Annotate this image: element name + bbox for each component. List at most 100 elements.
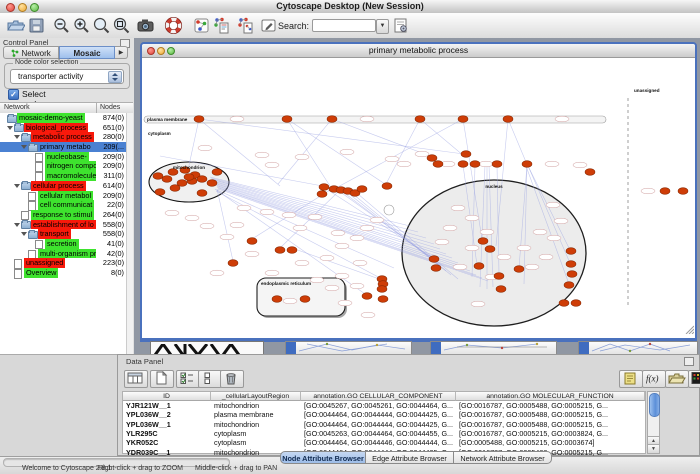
tree-row[interactable]: cellular metabol209(0): [0, 191, 127, 201]
tree-row[interactable]: nitrogen compo209(0): [0, 161, 127, 171]
table-cell[interactable]: [GO:0044464, GO:0044444, GO:0044425, G..…: [301, 420, 456, 429]
table-row[interactable]: YJR121W__1mitochondrion[GO:0045267, GO:0…: [123, 401, 645, 410]
attribute-matrix-icon[interactable]: [688, 370, 700, 388]
import-attributes-icon[interactable]: [665, 370, 689, 388]
table-cell[interactable]: mitochondrion: [211, 420, 301, 429]
network-window-titlebar[interactable]: primary metabolic process: [142, 44, 695, 58]
tab-node-attribute-browser[interactable]: Node Attribute Browser: [280, 451, 366, 464]
tree-row[interactable]: primary metabo209(...: [0, 142, 127, 152]
table-cell[interactable]: cytoplasm: [211, 429, 301, 438]
attribute-list-icon[interactable]: [198, 370, 222, 388]
expand-triangle-icon[interactable]: [14, 223, 20, 227]
tree-row[interactable]: unassigned223(0): [0, 258, 127, 268]
main-toolbar: Search: ▼: [0, 13, 700, 39]
zoom-selected-icon[interactable]: [92, 16, 111, 35]
search-input[interactable]: [312, 19, 376, 32]
table-cell[interactable]: YLR295C: [123, 429, 211, 438]
attribute-browser-tabs: Node Attribute BrowserEdge Attribute Bro…: [280, 451, 552, 464]
annotation-icon[interactable]: [259, 16, 278, 35]
table-cell[interactable]: [GO:0016787, GO:0005488, GO:0005215, G..…: [456, 401, 645, 410]
expand-triangle-icon[interactable]: [21, 145, 27, 149]
table-cell[interactable]: [GO:0016787, GO:0005488, GO:0005215, G..…: [456, 420, 645, 429]
tree-row[interactable]: cellular process614(0): [0, 181, 127, 191]
table-cell[interactable]: YKR052C: [123, 438, 211, 447]
create-attribute-icon[interactable]: [150, 370, 174, 388]
tree-row[interactable]: secretion41(0): [0, 239, 127, 249]
tree-col-network[interactable]: Network: [4, 104, 30, 111]
tree-col-nodes[interactable]: Nodes: [100, 104, 120, 111]
table-cell[interactable]: [GO:0005488, GO:0005215, GO:0003674]: [456, 438, 645, 447]
table-column-header[interactable]: annotation.GO MOLECULAR_FUNCTION: [456, 392, 645, 401]
scroll-down-icon[interactable]: ▼: [648, 444, 659, 453]
search-dropdown-icon[interactable]: ▼: [376, 19, 389, 34]
tree-scrollbar[interactable]: [126, 113, 133, 354]
zoom-fit-icon[interactable]: [112, 16, 131, 35]
table-row[interactable]: YLR295Ccytoplasm[GO:0045263, GO:0044464,…: [123, 429, 645, 438]
table-cell[interactable]: [GO:0045267, GO:0045261, GO:0044464, G..…: [301, 401, 456, 410]
tree-row[interactable]: nucleobase-209(0): [0, 152, 127, 162]
expand-triangle-icon[interactable]: [21, 232, 27, 236]
table-cell[interactable]: mitochondrion: [211, 401, 301, 410]
attribute-checklist-icon[interactable]: [176, 370, 200, 388]
table-cell[interactable]: [GO:0044464, GO:0044444, GO:0044425, G..…: [301, 410, 456, 419]
table-cell[interactable]: YPL036W__1: [123, 420, 211, 429]
tab-mosaic[interactable]: Mosaic: [59, 46, 115, 59]
tree-row[interactable]: macromolecule311(0): [0, 171, 127, 181]
tree-row[interactable]: biological_process651(0): [0, 123, 127, 133]
expand-triangle-icon[interactable]: [14, 184, 20, 188]
table-cell[interactable]: YPL036W__2: [123, 410, 211, 419]
resize-grip-icon[interactable]: [684, 324, 694, 334]
table-cell[interactable]: YJR121W__1: [123, 401, 211, 410]
table-column-header[interactable]: annotation.GO CELLULAR_COMPONENT: [301, 392, 456, 401]
tree-row[interactable]: establishment of lo558(0): [0, 220, 127, 230]
node-color-dropdown[interactable]: transporter activity: [10, 69, 124, 84]
network-graph[interactable]: plasma membranecytoplasmmitochondrionnuc…: [142, 58, 695, 335]
help-icon[interactable]: [164, 16, 183, 35]
open-icon[interactable]: [6, 16, 25, 35]
network-view-window[interactable]: primary metabolic process plasma membran…: [140, 42, 697, 342]
tree-row[interactable]: transport558(0): [0, 229, 127, 239]
table-row[interactable]: YPL036W__2plasma membrane[GO:0044464, GO…: [123, 410, 645, 419]
table-row[interactable]: YKR052Ccytoplasm[GO:0044464, GO:0044446,…: [123, 438, 645, 447]
network-overview-icon[interactable]: [192, 16, 211, 35]
tab-network-attribute-browser[interactable]: Network Attribute Browser: [454, 451, 552, 464]
function-builder-icon[interactable]: f(x): [642, 370, 666, 388]
tab-overflow-arrow[interactable]: ▶: [115, 46, 128, 59]
expand-triangle-icon[interactable]: [7, 126, 13, 130]
table-scrollbar[interactable]: ▲ ▼: [647, 391, 660, 454]
attribute-table[interactable]: ID_cellularLayoutRegionannotation.GO CEL…: [122, 391, 646, 454]
create-network-view-icon[interactable]: [212, 16, 231, 35]
network-canvas[interactable]: plasma membranecytoplasmmitochondrionnuc…: [142, 58, 695, 335]
zoom-out-icon[interactable]: [52, 16, 71, 35]
tree-row[interactable]: Overview8(0): [0, 268, 127, 278]
table-cell[interactable]: [GO:0016787, GO:0005488, GO:0005215, G..…: [456, 410, 645, 419]
table-cell[interactable]: cytoplasm: [211, 438, 301, 447]
destroy-network-view-icon[interactable]: [236, 16, 255, 35]
table-cell[interactable]: [GO:0045263, GO:0044464, GO:0044455, G..…: [301, 429, 456, 438]
zoom-in-icon[interactable]: [72, 16, 91, 35]
table-column-header[interactable]: _cellularLayoutRegion: [211, 392, 301, 401]
table-cell[interactable]: plasma membrane: [211, 410, 301, 419]
table-cell[interactable]: [GO:0044464, GO:0044446, GO:0044444, G..…: [301, 438, 456, 447]
tree-row[interactable]: cell communicat22(0): [0, 200, 127, 210]
tree-row[interactable]: metabolic process280(0): [0, 132, 127, 142]
save-icon[interactable]: [27, 16, 46, 35]
dropdown-stepper-icon[interactable]: [108, 71, 122, 83]
delete-attribute-icon[interactable]: [220, 370, 244, 388]
snapshot-icon[interactable]: [136, 16, 155, 35]
select-attributes-icon[interactable]: [124, 370, 148, 388]
select-nodes-checkbox[interactable]: ✓: [8, 89, 19, 100]
expand-triangle-icon[interactable]: [14, 135, 20, 139]
tab-network[interactable]: Network: [3, 46, 59, 59]
table-column-header[interactable]: ID: [123, 392, 211, 401]
notes-icon[interactable]: [619, 370, 643, 388]
search-index-icon[interactable]: [391, 16, 410, 35]
tree-row[interactable]: response to stimul264(0): [0, 210, 127, 220]
table-cell[interactable]: [GO:0016787, GO:0005215, GO:0003824, G..…: [456, 429, 645, 438]
scrollbar-thumb[interactable]: [649, 393, 660, 417]
table-row[interactable]: YPL036W__1mitochondrion[GO:0044464, GO:0…: [123, 420, 645, 429]
float-panel-icon[interactable]: [684, 357, 694, 366]
tree-row[interactable]: mosaic-demo-yeast874(0): [0, 113, 127, 123]
tab-edge-attribute-browser[interactable]: Edge Attribute Browser: [366, 451, 454, 464]
tree-row[interactable]: multi-organism pro42(0): [0, 249, 127, 259]
